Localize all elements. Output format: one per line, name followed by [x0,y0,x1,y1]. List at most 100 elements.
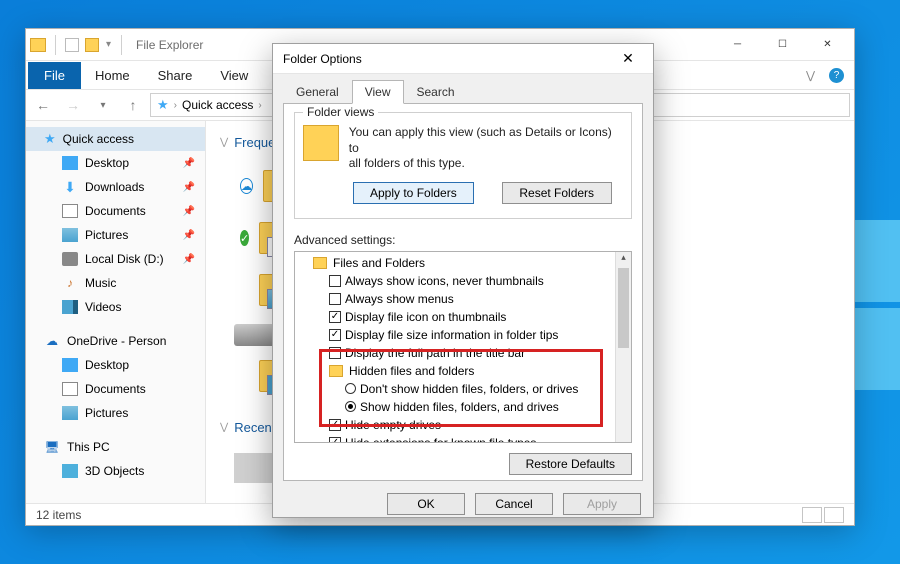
nav-od-desktop[interactable]: Desktop [26,353,205,377]
dialog-tabstrip: General View Search [273,74,653,104]
nav-back-button[interactable]: ← [30,92,56,118]
cloud-sync-icon: ☁ [240,178,253,194]
apply-button[interactable]: Apply [563,493,641,515]
advanced-settings-label: Advanced settings: [294,233,632,247]
pin-icon: 📌 [183,230,195,241]
scroll-thumb[interactable] [618,268,629,348]
nav-od-pictures[interactable]: Pictures [26,401,205,425]
nav-music[interactable]: ♪Music [26,271,205,295]
tree-group-hidden: Hidden files and folders [299,362,627,380]
nav-videos[interactable]: Videos [26,295,205,319]
folder-views-group: Folder views You can apply this view (su… [294,112,632,219]
desktop-icon [62,358,78,372]
view-large-button[interactable] [824,507,844,523]
folder-icon [313,257,327,269]
scroll-up-button[interactable]: ▴ [616,252,631,268]
pin-icon: 📌 [183,158,195,169]
view-details-button[interactable] [802,507,822,523]
tree-group-files-folders: Files and Folders [299,254,627,272]
video-icon [62,300,78,314]
checkbox-icon[interactable] [329,329,341,341]
tab-general[interactable]: General [283,80,352,104]
desktop-icon [62,156,78,170]
minimize-button[interactable]: ─ [715,31,760,59]
cloud-icon: ☁ [44,334,60,348]
music-icon: ♪ [62,276,78,290]
recent-file-item[interactable] [234,453,276,483]
scrollbar[interactable]: ▴ [615,252,631,442]
status-item-count: 12 items [36,508,81,522]
nav-quick-access[interactable]: ★ Quick access [26,127,205,151]
nav-desktop[interactable]: Desktop📌 [26,151,205,175]
dialog-title: Folder Options [283,52,362,66]
document-icon [62,382,78,396]
radio-icon[interactable] [345,401,356,412]
disk-icon [62,252,78,266]
opt-always-icons[interactable]: Always show icons, never thumbnails [299,272,627,290]
restore-defaults-button[interactable]: Restore Defaults [509,453,632,475]
nav-3d-objects[interactable]: 3D Objects [26,459,205,483]
quick-access-star-icon: ★ [157,97,169,113]
pc-icon: 🖥 [44,440,60,454]
folder-options-dialog: Folder Options ✕ General View Search Fol… [272,43,654,518]
advanced-settings-tree[interactable]: Files and Folders Always show icons, nev… [294,251,632,443]
qat-overflow-icon[interactable]: ▾ [106,39,111,50]
ribbon-view-tab[interactable]: View [206,62,262,89]
chevron-down-icon: ⋁ [220,422,228,433]
dialog-body: Folder views You can apply this view (su… [283,103,643,481]
cancel-button[interactable]: Cancel [475,493,553,515]
opt-always-menus[interactable]: Always show menus [299,290,627,308]
folder-icon [329,365,343,377]
nav-onedrive[interactable]: ☁OneDrive - Person [26,329,205,353]
opt-file-size-tips[interactable]: Display file size information in folder … [299,326,627,344]
folder-icon [30,38,46,52]
pin-icon: 📌 [183,182,195,193]
checkbox-icon[interactable] [329,437,341,443]
qat-new-folder-icon[interactable] [85,38,99,52]
nav-od-documents[interactable]: Documents [26,377,205,401]
navigation-pane: ★ Quick access Desktop📌 ⬇Downloads📌 Docu… [26,121,206,503]
tab-view[interactable]: View [352,80,404,104]
nav-recent-button[interactable]: ▾ [90,92,116,118]
checkbox-icon[interactable] [329,293,341,305]
opt-show-hidden[interactable]: Show hidden files, folders, and drives [299,398,627,416]
radio-icon[interactable] [345,383,356,394]
close-button[interactable]: ✕ [805,31,850,59]
ribbon-home-tab[interactable]: Home [81,62,144,89]
nav-forward-button[interactable]: → [60,92,86,118]
checkbox-icon[interactable] [329,311,341,323]
nav-documents[interactable]: Documents📌 [26,199,205,223]
opt-dont-show-hidden[interactable]: Don't show hidden files, folders, or dri… [299,380,627,398]
nav-up-button[interactable]: ↑ [120,92,146,118]
maximize-button[interactable]: ☐ [760,31,805,59]
checkbox-icon[interactable] [329,419,341,431]
synced-icon: ✓ [240,230,249,246]
dialog-close-button[interactable]: ✕ [613,50,643,67]
apply-to-folders-button[interactable]: Apply to Folders [353,182,474,204]
nav-this-pc[interactable]: 🖥This PC [26,435,205,459]
opt-full-path-titlebar[interactable]: Display the full path in the title bar [299,344,627,362]
opt-hide-extensions[interactable]: Hide extensions for known file types [299,434,627,443]
breadcrumb-item[interactable]: Quick access [182,98,253,112]
tab-search[interactable]: Search [404,80,468,104]
dialog-buttons: OK Cancel Apply [273,489,653,525]
reset-folders-button[interactable]: Reset Folders [502,182,612,204]
opt-hide-empty-drives[interactable]: Hide empty drives [299,416,627,434]
window-title: File Explorer [136,38,203,52]
ok-button[interactable]: OK [387,493,465,515]
ribbon-file-tab[interactable]: File [28,62,81,89]
qat-properties-icon[interactable] [65,38,79,52]
ribbon-collapse-icon[interactable]: ⋁ [806,69,815,82]
picture-icon [62,406,78,420]
picture-icon [62,228,78,242]
help-icon[interactable]: ? [829,68,844,83]
nav-local-disk[interactable]: Local Disk (D:)📌 [26,247,205,271]
pin-icon: 📌 [183,254,195,265]
opt-file-icon-thumbnails[interactable]: Display file icon on thumbnails [299,308,627,326]
checkbox-icon[interactable] [329,347,341,359]
checkbox-icon[interactable] [329,275,341,287]
desktop-windows-logo [855,220,900,390]
ribbon-share-tab[interactable]: Share [144,62,207,89]
nav-downloads[interactable]: ⬇Downloads📌 [26,175,205,199]
nav-pictures[interactable]: Pictures📌 [26,223,205,247]
